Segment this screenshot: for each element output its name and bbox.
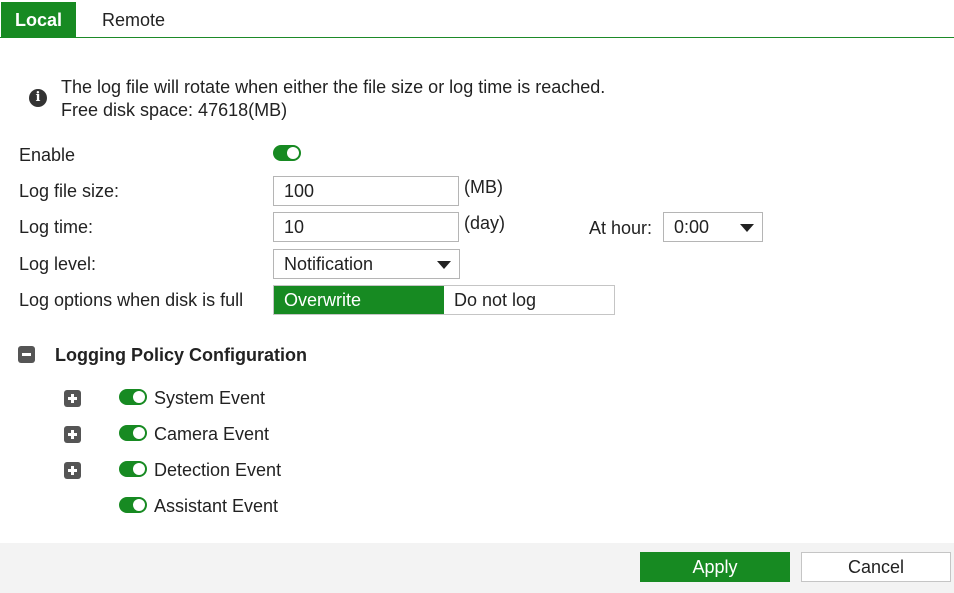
at-hour-value: 0:00 (674, 217, 710, 237)
assistant-event-toggle[interactable] (119, 497, 147, 513)
camera-event-label: Camera Event (154, 424, 270, 444)
minus-square-icon[interactable] (18, 346, 35, 363)
info-text: The log file will rotate when either the… (61, 76, 761, 122)
apply-button[interactable]: Apply (640, 552, 790, 582)
overwrite-option[interactable]: Overwrite (274, 286, 444, 314)
section-title: Logging Policy Configuration (55, 345, 307, 365)
assistant-event-label: Assistant Event (154, 496, 279, 516)
log-time-label: Log time: (19, 217, 94, 237)
disk-full-label: Log options when disk is full (19, 290, 244, 310)
log-level-value: Notification (284, 254, 374, 274)
cancel-button[interactable]: Cancel (801, 552, 951, 582)
system-event-label: System Event (154, 388, 266, 408)
at-hour-label: At hour: (589, 218, 653, 238)
info-icon: i (29, 89, 47, 107)
detection-event-label: Detection Event (154, 460, 282, 480)
log-level-label: Log level: (19, 254, 97, 274)
log-file-size-input[interactable]: 100 (273, 176, 459, 206)
detection-event-toggle[interactable] (119, 461, 147, 477)
enable-label: Enable (19, 145, 76, 165)
system-event-toggle[interactable] (119, 389, 147, 405)
tab-remote[interactable]: Remote (88, 2, 179, 38)
plus-square-icon[interactable] (64, 390, 81, 407)
info-rotate-text: The log file will rotate when either the… (61, 77, 606, 97)
log-time-input[interactable]: 10 (273, 212, 459, 242)
do-not-log-option[interactable]: Do not log (444, 286, 614, 314)
chevron-down-icon (740, 224, 754, 232)
chevron-down-icon (437, 261, 451, 269)
plus-square-icon[interactable] (64, 426, 81, 443)
log-file-size-unit: (MB) (464, 177, 503, 197)
camera-event-toggle[interactable] (119, 425, 147, 441)
disk-full-segmented-control: Overwrite Do not log (273, 285, 615, 315)
enable-toggle[interactable] (273, 145, 301, 161)
at-hour-select[interactable]: 0:00 (663, 212, 763, 242)
log-file-size-label: Log file size: (19, 181, 120, 201)
tab-local[interactable]: Local (1, 2, 76, 38)
free-disk-space-text: Free disk space: 47618(MB) (61, 100, 288, 120)
log-level-select[interactable]: Notification (273, 249, 460, 279)
plus-square-icon[interactable] (64, 462, 81, 479)
tab-bar: Local Remote (0, 0, 954, 38)
log-time-unit: (day) (464, 213, 506, 233)
